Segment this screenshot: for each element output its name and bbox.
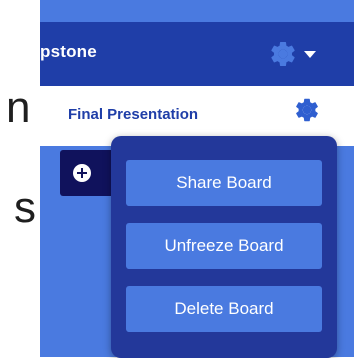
background-text-line-1: n <box>6 83 31 132</box>
unfreeze-board-button[interactable]: Unfreeze Board <box>126 223 322 269</box>
plus-circle-icon <box>73 164 91 182</box>
board-options-menu: Share Board Unfreeze Board Delete Board <box>111 136 337 358</box>
board-title: pstone <box>40 42 97 61</box>
board-app-panel: pstone Final Presentation Share Board Un… <box>40 0 354 358</box>
board-name: Final Presentation <box>68 106 199 123</box>
board-header: pstone <box>40 22 354 86</box>
delete-board-button[interactable]: Delete Board <box>126 286 322 332</box>
gear-icon <box>268 39 298 69</box>
share-board-button[interactable]: Share Board <box>126 160 322 206</box>
gear-icon[interactable] <box>293 96 321 129</box>
board-settings-menu-toggle[interactable] <box>268 34 324 74</box>
caret-down-icon <box>304 50 316 58</box>
